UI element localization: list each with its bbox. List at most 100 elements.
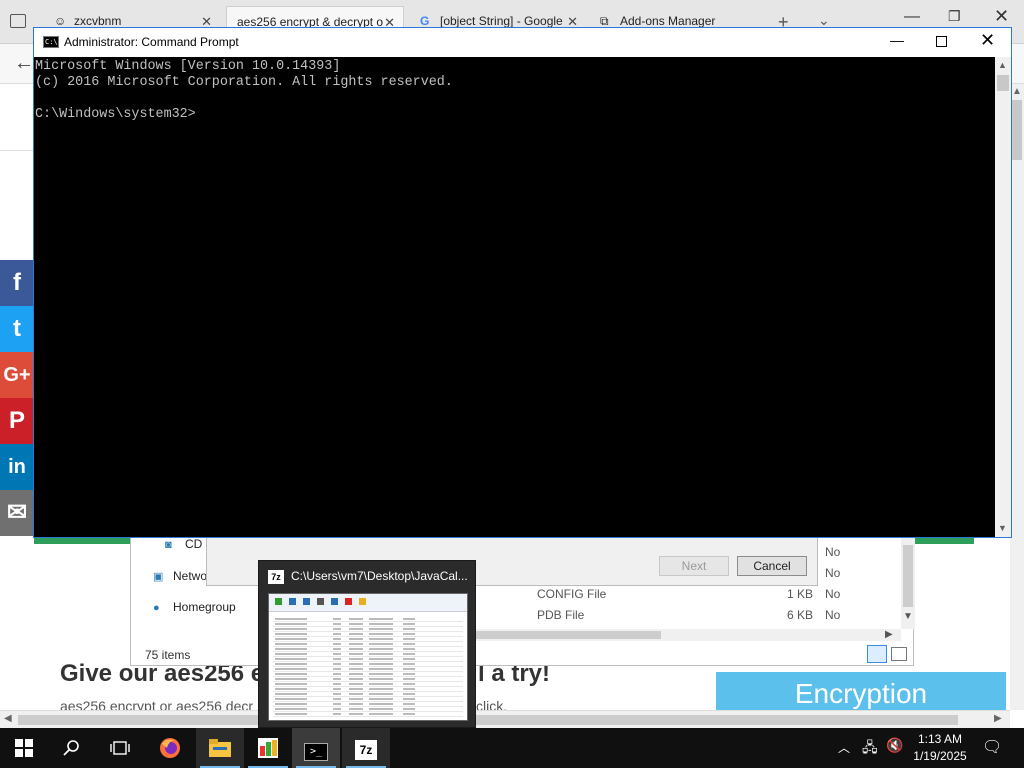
nav-item-network[interactable]: ▣ Netwo xyxy=(153,569,207,583)
scroll-right-icon[interactable]: ▶ xyxy=(885,629,893,640)
close-icon[interactable]: ✕ xyxy=(980,30,995,51)
scroll-down-icon[interactable]: ▼ xyxy=(998,523,1007,533)
scroll-thumb[interactable] xyxy=(471,631,661,639)
restore-icon[interactable]: ❐ xyxy=(948,8,961,25)
twitter-share-icon[interactable]: t xyxy=(0,306,34,352)
file-row[interactable]: PDB File 6 KB xyxy=(537,608,837,626)
network-icon: ▣ xyxy=(153,571,164,583)
status-item-count: 75 items xyxy=(145,648,191,662)
thumbnail-file-row xyxy=(273,673,463,677)
file-type: PDB File xyxy=(537,608,585,622)
cmd-icon: >_ xyxy=(304,743,328,761)
cancel-button[interactable]: Cancel xyxy=(737,556,807,576)
emoji-face-icon: ☺ xyxy=(54,14,67,28)
thumbnail-toolbar xyxy=(269,594,467,612)
thumbnail-file-row xyxy=(273,678,463,682)
file-explorer-icon[interactable] xyxy=(196,728,244,768)
file-size: 6 KB xyxy=(787,608,814,622)
thumbnail-file-row xyxy=(273,683,463,687)
homegroup-icon: ● xyxy=(153,602,160,614)
nav-item-homegroup[interactable]: ● Homegroup xyxy=(153,600,236,614)
pinterest-share-icon[interactable]: P xyxy=(0,398,34,444)
back-arrow-icon[interactable]: ← xyxy=(14,52,34,75)
console-prompt[interactable]: C:\Windows\system32> xyxy=(35,107,994,123)
close-window-icon[interactable]: ✕ xyxy=(994,6,1009,27)
window-title: Administrator: Command Prompt xyxy=(64,35,239,49)
scroll-left-icon[interactable]: ◀ xyxy=(4,713,12,724)
network-tray-icon[interactable]: 🖧 xyxy=(862,737,878,761)
thumbnail-file-row xyxy=(273,668,463,672)
file-type: CONFIG File xyxy=(537,587,607,601)
thumbnail-file-row xyxy=(273,628,463,632)
thumbnail-file-row xyxy=(273,688,463,692)
google-plus-share-icon[interactable]: G+ xyxy=(0,352,34,398)
console-output[interactable]: Microsoft Windows [Version 10.0.14393] (… xyxy=(34,57,995,537)
nav-item-label: Netwo xyxy=(173,569,208,583)
scroll-right-icon[interactable]: ▶ xyxy=(994,713,1002,724)
thumbnail-file-row xyxy=(273,708,463,712)
explorer-horizontal-scrollbar[interactable] xyxy=(471,629,901,641)
tab-groups-icon[interactable] xyxy=(10,14,26,28)
column-value: No xyxy=(825,566,841,580)
nav-item-label: Homegroup xyxy=(173,600,236,614)
scroll-thumb[interactable] xyxy=(997,75,1009,91)
clock-time[interactable]: 1:13 AM xyxy=(900,732,980,746)
firefox-icon[interactable] xyxy=(146,728,194,768)
thumbnail-file-row xyxy=(273,698,463,702)
thumbnail-file-row xyxy=(273,693,463,697)
clock-date[interactable]: 1/19/2025 xyxy=(900,749,980,763)
email-share-icon[interactable]: ✉ xyxy=(0,490,34,536)
facebook-share-icon[interactable]: f xyxy=(0,260,34,306)
7zip-icon: 7z xyxy=(355,740,377,760)
command-prompt-taskbar-icon[interactable]: >_ xyxy=(292,728,340,768)
search-icon[interactable] xyxy=(48,728,96,768)
task-view-icon[interactable] xyxy=(96,728,144,768)
7zip-taskbar-icon[interactable]: 7z xyxy=(342,728,390,768)
maximize-icon[interactable] xyxy=(936,36,947,47)
page-horizontal-scrollbar[interactable]: ◀ ▶ xyxy=(0,710,1010,728)
google-g-icon: G xyxy=(420,14,430,28)
show-hidden-icons-icon[interactable]: ︿ xyxy=(838,739,850,756)
thumbnail-file-row xyxy=(273,633,463,637)
taskbar-thumbnail-preview[interactable]: 7z C:\Users\vm7\Desktop\JavaCal... xyxy=(258,560,476,728)
command-prompt-window[interactable]: C:\ Administrator: Command Prompt — ✕ Mi… xyxy=(33,27,1012,538)
file-size: 1 KB xyxy=(787,587,814,601)
windows-start-icon[interactable] xyxy=(0,728,48,768)
column-value: No xyxy=(825,587,841,601)
tab-label: Add-ons Manager xyxy=(620,14,716,28)
taskbar: >_ 7z ︿ 🖧 🔇 1:13 AM 1/19/2025 🗨 xyxy=(0,728,1024,768)
scroll-thumb[interactable] xyxy=(903,545,913,607)
console-line: (c) 2016 Microsoft Corporation. All righ… xyxy=(35,75,453,90)
page-vertical-scrollbar[interactable]: ▲ xyxy=(1010,84,1024,710)
thumbnail-file-row xyxy=(273,638,463,642)
tab-label: [object String] - Google xyxy=(440,14,563,28)
thumbnail-file-row xyxy=(273,618,463,622)
thumbnail-title: C:\Users\vm7\Desktop\JavaCal... xyxy=(291,569,468,583)
large-icons-view-icon[interactable] xyxy=(891,647,907,661)
details-view-icon[interactable] xyxy=(867,645,887,663)
file-row[interactable]: CONFIG File 1 KB xyxy=(537,587,837,605)
minimize-icon[interactable]: — xyxy=(904,8,920,26)
cd-drive-icon: ◙ xyxy=(165,539,172,551)
next-button[interactable]: Next xyxy=(659,556,729,576)
tab-label: zxcvbnm xyxy=(74,14,122,28)
scroll-thumb[interactable] xyxy=(18,715,958,725)
scroll-down-icon[interactable]: ▼ xyxy=(903,611,913,622)
scroll-up-icon[interactable]: ▲ xyxy=(1012,86,1022,97)
console-line: Microsoft Windows [Version 10.0.14393] xyxy=(35,59,341,74)
scroll-thumb[interactable] xyxy=(1012,100,1022,160)
app-icon[interactable] xyxy=(244,728,292,768)
scroll-up-icon[interactable]: ▲ xyxy=(998,60,1007,70)
thumbnail-image xyxy=(268,593,468,721)
linkedin-share-icon[interactable]: in xyxy=(0,444,34,490)
thumbnail-file-row xyxy=(273,643,463,647)
column-value: No xyxy=(825,545,841,559)
console-scrollbar[interactable]: ▲ ▼ xyxy=(995,57,1011,537)
action-center-icon[interactable]: 🗨 xyxy=(982,737,1002,757)
cmd-app-icon: C:\ xyxy=(43,36,59,48)
minimize-icon[interactable]: — xyxy=(890,32,904,48)
thumbnail-file-row xyxy=(273,713,463,717)
thumbnail-file-row xyxy=(273,658,463,662)
title-bar[interactable]: C:\ Administrator: Command Prompt — ✕ xyxy=(34,28,1011,57)
